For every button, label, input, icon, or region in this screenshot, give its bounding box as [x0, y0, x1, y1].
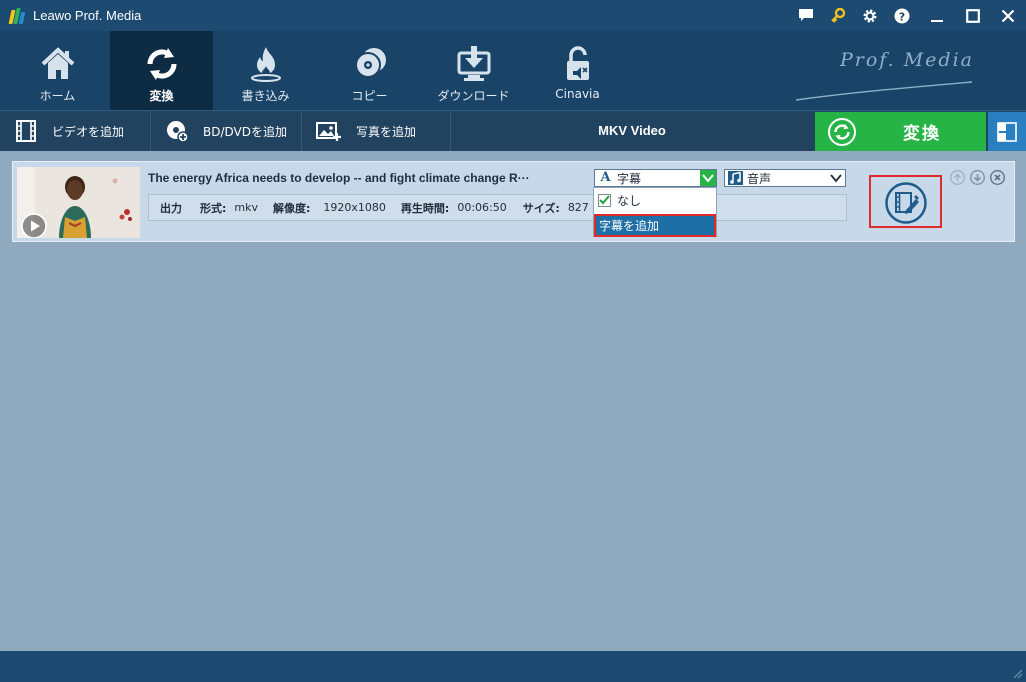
edit-video-button[interactable] [885, 182, 927, 224]
move-up-icon[interactable] [950, 170, 965, 185]
add-disc-button[interactable]: BD/DVDを追加 [151, 111, 302, 151]
add-photo-label: 写真を追加 [356, 124, 417, 139]
output-label: 出力 [160, 201, 182, 215]
add-subtitle-option[interactable]: 字幕を追加 [594, 214, 716, 237]
move-down-icon[interactable] [970, 170, 985, 185]
tab-download-label: ダウンロード [437, 89, 510, 103]
home-icon [41, 47, 74, 79]
convert-icon [828, 117, 856, 146]
key-icon[interactable] [822, 0, 854, 31]
tab-home[interactable]: ホーム [6, 31, 109, 110]
chevron-down-icon[interactable] [830, 173, 842, 183]
download-icon [457, 46, 490, 81]
checkmark-icon [598, 193, 611, 207]
help-icon[interactable]: ? [886, 0, 918, 31]
add-video-label: ビデオを追加 [52, 124, 125, 139]
tab-burn[interactable]: 書き込み [214, 31, 317, 110]
brand-logo: Prof. Media [839, 49, 974, 71]
edit-highlight-frame [869, 175, 942, 228]
play-icon[interactable] [21, 213, 47, 238]
tab-home-label: ホーム [39, 89, 76, 103]
format-label: 形式: [200, 201, 227, 215]
subtitle-select-label: 字幕 [617, 171, 642, 186]
audio-select-label: 音声 [747, 171, 772, 186]
tab-convert-label: 変換 [149, 89, 174, 103]
subtitle-option-none-label: なし [617, 193, 642, 208]
main-nav: ホーム 変換 書き込み コピー ダウンロード Cinavia Prof. Med… [0, 31, 1026, 110]
media-item[interactable]: The energy Africa needs to develop -- an… [12, 161, 1015, 242]
convert-button[interactable]: 変換 [815, 112, 986, 151]
resolution-value: 1920x1080 [323, 201, 386, 214]
burn-icon [250, 47, 281, 82]
tab-cinavia[interactable]: Cinavia [526, 31, 629, 110]
output-format-selector[interactable]: MKV Video [450, 111, 814, 151]
subtitle-dropdown-menu: なし 字幕を追加 [593, 187, 717, 237]
app-logo-icon [8, 7, 26, 24]
chat-icon[interactable] [790, 0, 822, 31]
status-bar [0, 651, 1026, 682]
convert-icon [146, 48, 177, 80]
format-value: mkv [234, 201, 259, 214]
size-label: サイズ: [522, 201, 560, 215]
add-photo-button[interactable]: 写真を追加 [302, 111, 451, 151]
convert-label: 変換 [903, 124, 941, 144]
tab-download[interactable]: ダウンロード [422, 31, 525, 110]
tab-copy-label: コピー [351, 89, 388, 103]
music-note-icon [728, 171, 743, 185]
tab-copy[interactable]: コピー [318, 31, 421, 110]
subtitle-option-none[interactable]: なし [594, 190, 716, 210]
gear-icon[interactable] [854, 0, 886, 31]
layout-icon [997, 121, 1017, 142]
photo-add-icon [316, 122, 341, 141]
audio-select[interactable]: 音声 [724, 169, 846, 187]
add-disc-label: BD/DVDを追加 [203, 124, 287, 139]
chevron-down-icon[interactable] [700, 170, 716, 186]
disc-add-icon [167, 121, 189, 143]
maximize-icon[interactable] [956, 0, 990, 31]
file-title: The energy Africa needs to develop -- an… [148, 171, 530, 185]
layout-toggle-button[interactable] [988, 112, 1026, 151]
video-thumbnail[interactable] [17, 167, 140, 238]
app-title: Leawo Prof. Media [33, 8, 142, 23]
subtitle-select[interactable]: A 字幕 [594, 169, 717, 187]
film-icon [16, 120, 36, 142]
duration-label: 再生時間: [400, 201, 450, 215]
cinavia-icon [566, 46, 589, 80]
title-bar: Leawo Prof. Media ? [0, 0, 1026, 31]
resolution-label: 解像度: [273, 201, 311, 215]
add-video-button[interactable]: ビデオを追加 [0, 111, 151, 151]
tab-cinavia-label: Cinavia [555, 87, 600, 101]
brand-swoosh [795, 81, 973, 101]
output-info-bar: 出力 形式: mkv 解像度: 1920x1080 再生時間: 00:06:50… [148, 194, 847, 221]
subtitle-icon: A [598, 171, 613, 185]
size-value: 827 [567, 201, 589, 214]
minimize-icon[interactable] [918, 0, 956, 31]
remove-item-icon[interactable] [990, 170, 1005, 185]
copy-icon [354, 48, 386, 78]
toolbar: ビデオを追加 BD/DVDを追加 写真を追加 MKV Video 変換 [0, 110, 1026, 151]
resize-grip-icon[interactable] [1011, 667, 1023, 679]
close-icon[interactable] [990, 0, 1026, 31]
tab-burn-label: 書き込み [241, 89, 290, 103]
svg-text:?: ? [899, 10, 905, 23]
duration-value: 00:06:50 [457, 201, 507, 214]
tab-convert[interactable]: 変換 [110, 31, 213, 110]
